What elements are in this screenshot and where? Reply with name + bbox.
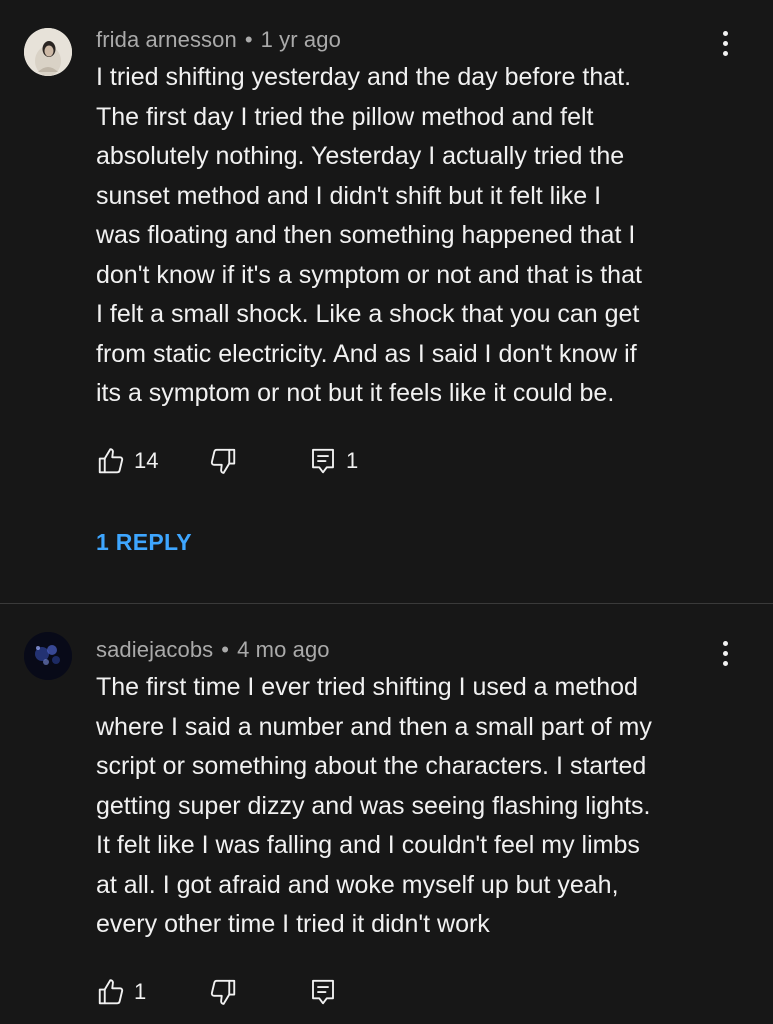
more-vertical-icon[interactable] — [715, 637, 735, 671]
dislike-button[interactable] — [208, 446, 238, 476]
comment-text-line: The first day I tried the pillow method … — [96, 102, 594, 131]
reply-button[interactable]: 1 — [308, 446, 358, 476]
reply-comment-icon — [312, 979, 334, 1005]
comment-text-line: I tried shifting yesterday and the day b… — [96, 63, 632, 91]
author-name[interactable]: frida arnesson — [96, 27, 237, 52]
comment-divider — [0, 603, 773, 604]
comment-text-line: getting super dizzy and was seeing flash… — [96, 791, 651, 820]
comment-text-line: its a symptom or not but it feels like i… — [96, 379, 615, 407]
comment-text-line: from static electricity. And as I said I… — [96, 339, 637, 368]
avatar[interactable] — [24, 28, 72, 76]
author-name[interactable]: sadiejacobs — [96, 637, 213, 662]
avatar[interactable] — [24, 632, 72, 680]
comment-text-line: every other time I tried it didn't work — [96, 910, 490, 938]
comment-meta: frida arnesson • 1 yr ago — [96, 27, 341, 53]
dislike-button[interactable] — [208, 977, 238, 1007]
comment-time: 1 yr ago — [260, 27, 341, 52]
comment-time: 4 mo ago — [237, 637, 330, 662]
thumbs-up-icon — [98, 979, 124, 1005]
view-replies-button[interactable]: 1 REPLY — [96, 529, 192, 556]
thumbs-up-icon — [98, 448, 124, 474]
comment-text-line: don't know if it's a symptom or not and … — [96, 260, 642, 289]
like-button[interactable]: 14 — [96, 446, 158, 476]
like-count: 14 — [134, 448, 159, 473]
more-vertical-icon[interactable] — [715, 27, 735, 61]
comment-text: The first time I ever tried shifting I u… — [96, 668, 756, 945]
comment-text-line: The first time I ever tried shifting I u… — [96, 673, 638, 701]
reply-button[interactable] — [308, 977, 338, 1007]
comment-text: I tried shifting yesterday and the day b… — [96, 58, 756, 414]
separator-dot: • — [244, 27, 253, 52]
comment-text-line: It felt like I was falling and I couldn'… — [96, 831, 640, 859]
comment-meta: sadiejacobs • 4 mo ago — [96, 637, 330, 663]
reply-comment-icon — [312, 448, 334, 474]
avatar-image — [24, 28, 72, 76]
comment-text-line: was floating and then something happened… — [96, 221, 636, 249]
separator-dot: • — [221, 637, 230, 662]
like-count: 1 — [134, 979, 147, 1004]
comment-text-line: sunset method and I didn't shift but it … — [96, 181, 602, 210]
comment-text-line: absolutely nothing. Yesterday I actually… — [96, 142, 625, 170]
comment-text-line: where I said a number and then a small p… — [96, 712, 652, 741]
thumbs-down-icon — [210, 448, 236, 474]
reply-count: 1 — [346, 448, 359, 473]
thumbs-down-icon — [210, 979, 236, 1005]
comment-text-line: at all. I got afraid and woke myself up … — [96, 870, 619, 899]
avatar-image — [24, 632, 72, 680]
comment-text-line: script or something about the characters… — [96, 752, 647, 780]
comment-text-line: I felt a small shock. Like a shock that … — [96, 300, 640, 328]
like-button[interactable]: 1 — [96, 977, 146, 1007]
